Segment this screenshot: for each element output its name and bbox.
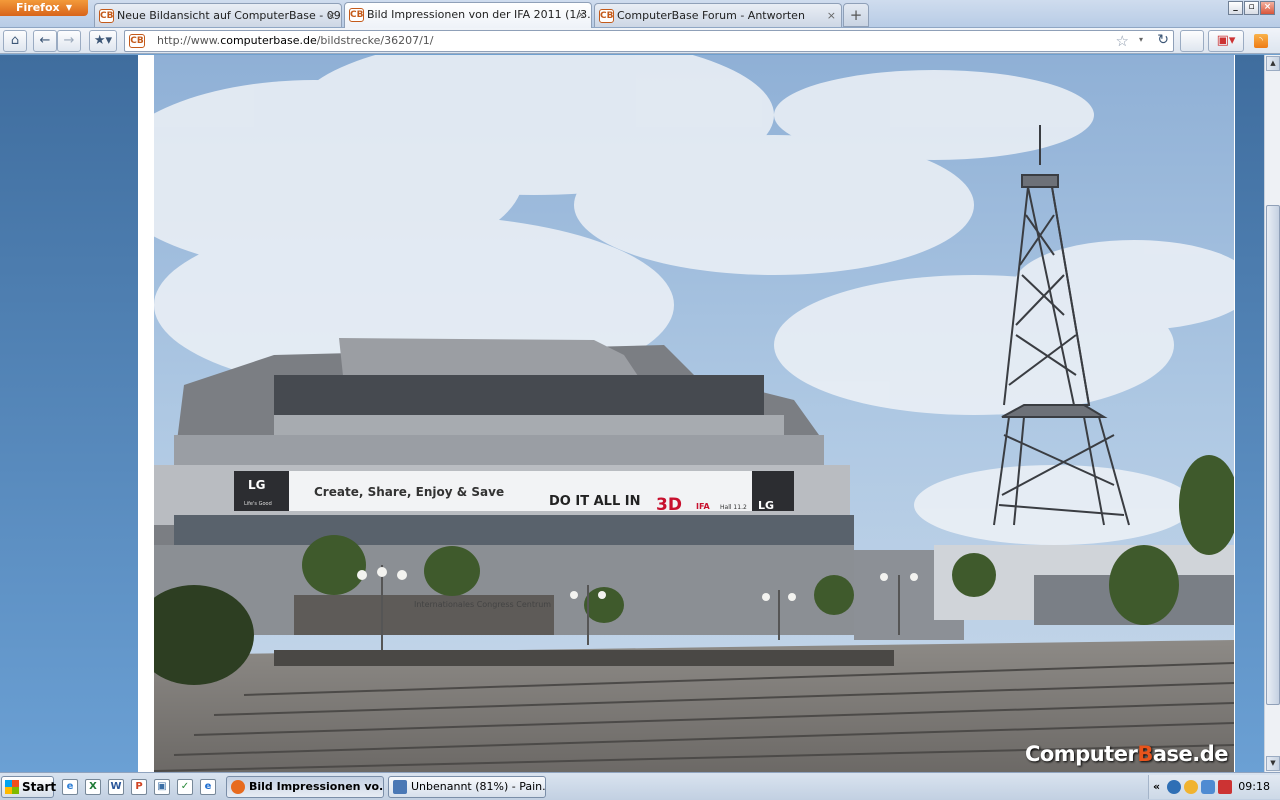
addon-icon: ▣▾ [1216,33,1236,48]
gallery-photo[interactable]: LG Life's Good Create, Share, Enjoy & Sa… [154,55,1234,772]
railing [274,650,894,666]
paint-icon [393,780,407,794]
addon-button[interactable]: ▣▾ [1208,30,1244,52]
url-path: /bildstrecke/36207/1/ [316,34,434,47]
word-icon[interactable]: W [108,779,124,795]
close-tab-icon[interactable]: × [577,3,586,26]
spreadsheet-icon[interactable]: ✓ [177,779,193,795]
reload-icon[interactable]: ↻ [1157,32,1169,48]
banner-doitall: DO IT ALL IN [549,494,640,509]
url-text[interactable]: http://www.computerbase.de/bildstrecke/3… [157,31,434,51]
firefox-menu-label: Firefox [16,1,60,14]
watermark-b: B [1137,742,1153,766]
network-icon[interactable]: ▣ [154,779,170,795]
computerbase-favicon-icon: CB [349,8,364,22]
ie-browser-icon[interactable]: e [200,779,216,795]
tab-computerbase-forum[interactable]: CB ComputerBase Forum - Antworten × [594,3,842,27]
computerbase-favicon-icon: CB [99,9,114,23]
minimize-button[interactable]: _ [1228,1,1243,15]
close-tab-icon[interactable]: × [827,4,836,27]
network-status-icon[interactable] [1167,780,1181,794]
windows-taskbar: Start e X W P ▣ ✓ e Bild Impressionen vo... Un… [0,772,1280,800]
site-identity-icon: CB [129,34,145,48]
volume-muted-icon[interactable] [1218,780,1232,794]
firefox-icon [231,780,245,794]
ie-icon[interactable]: e [62,779,78,795]
rss-feed-icon[interactable]: ◝ [1254,34,1268,48]
url-prefix: http://www. [157,34,221,47]
start-label: Start [22,780,57,794]
task-label: Bild Impressionen vo... [249,780,384,793]
clock[interactable]: 09:18 [1238,775,1270,799]
back-arrow-icon: ← [39,33,51,48]
vertical-scrollbar[interactable]: ▲ ▼ [1264,55,1280,772]
tab-title: ComputerBase Forum - Antworten [617,9,805,22]
bluetooth-icon[interactable] [1201,780,1215,794]
banner-ifa: IFA [696,502,711,511]
back-button[interactable]: ← [33,30,57,52]
url-dropdown-icon[interactable]: ▾ [1139,35,1143,44]
tray-expand-icon[interactable]: « [1153,775,1160,799]
update-icon[interactable] [1184,780,1198,794]
scroll-down-arrow-icon[interactable]: ▼ [1266,756,1280,771]
new-tab-button[interactable]: + [843,3,869,27]
search-engine-button[interactable] [1180,30,1204,52]
chevron-down-icon: ▼ [65,3,72,12]
taskbar-firefox-window[interactable]: Bild Impressionen vo... [226,776,384,798]
restore-button[interactable]: ▫ [1244,1,1259,15]
navigation-toolbar: ⌂ ← → ★▾ CB http://www.computerbase.de/b… [0,28,1280,54]
banner-brand-left: LG [248,478,266,492]
task-label: Unbenannt (81%) - Pain... [411,780,546,793]
bookmarks-button[interactable]: ★▾ [89,30,117,52]
windows-logo-icon [5,780,19,794]
tab-neue-bildansicht[interactable]: CB Neue Bildansicht auf ComputerBase - 0… [94,3,342,27]
powerpoint-icon[interactable]: P [131,779,147,795]
computerbase-watermark: ComputerBase.de [1024,742,1229,766]
tab-title: Neue Bildansicht auf ComputerBase - 09..… [117,9,342,22]
firefox-menu-button[interactable]: Firefox ▼ [0,0,88,16]
address-bar[interactable]: CB http://www.computerbase.de/bildstreck… [124,30,1174,52]
excel-icon[interactable]: X [85,779,101,795]
close-window-button[interactable]: × [1260,1,1275,15]
banner-tagline-left: Life's Good [244,501,272,507]
forward-arrow-icon: → [63,33,75,48]
star-icon[interactable]: ☆ [1116,32,1129,50]
tab-title: Bild Impressionen von der IFA 2011 (1/3.… [367,8,592,21]
forward-button[interactable]: → [57,30,81,52]
bookmarks-icon: ★▾ [93,33,113,48]
scroll-up-arrow-icon[interactable]: ▲ [1266,56,1280,71]
scrollbar-thumb[interactable] [1266,205,1280,705]
watermark-prefix: Computer [1024,742,1138,766]
watermark-suffix: ase.de [1152,742,1229,766]
home-button[interactable]: ⌂ [3,30,27,52]
home-icon: ⌂ [10,33,20,48]
url-domain: computerbase.de [220,34,317,47]
banner-3d: 3D [656,495,682,515]
tab-bild-impressionen[interactable]: CB Bild Impressionen von der IFA 2011 (1… [344,2,592,28]
browser-titlebar: Firefox ▼ CB Neue Bildansicht auf Comput… [0,0,1280,28]
banner-brand-right: LG [758,499,774,512]
taskbar-paint-window[interactable]: Unbenannt (81%) - Pain... [388,776,546,798]
start-button[interactable]: Start [1,776,57,798]
close-tab-icon[interactable]: × [327,4,336,27]
system-tray: « 09:18 [1148,775,1280,799]
page-viewport: LG Life's Good Create, Share, Enjoy & Sa… [0,55,1264,772]
computerbase-favicon-icon: CB [599,9,614,23]
banner-hall: Hall 11.2 [720,504,747,511]
banner-slogan: Create, Share, Enjoy & Save [314,485,504,499]
building-sign: Internationales Congress Centrum [414,600,551,609]
